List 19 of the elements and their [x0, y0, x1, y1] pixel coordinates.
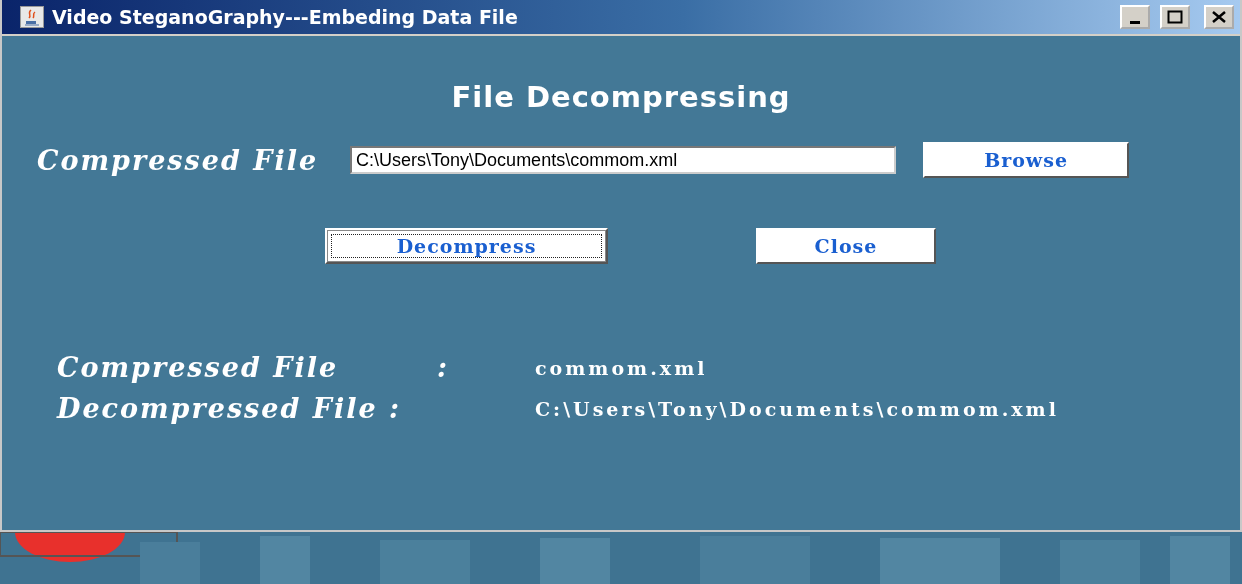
info-value: commom.xml	[535, 356, 708, 379]
window-title: Video SteganoGraphy---Embeding Data File	[52, 6, 519, 28]
file-path-field[interactable]: C:\Users\Tony\Documents\commom.xml	[350, 146, 897, 174]
info-label: Decompressed File :	[57, 393, 402, 424]
browse-button[interactable]: Browse	[923, 142, 1130, 178]
decompress-button[interactable]: Decompress	[325, 228, 608, 264]
close-icon	[1212, 11, 1226, 23]
close-button[interactable]: Close	[756, 228, 936, 264]
maximize-icon	[1167, 10, 1183, 24]
colon-separator: :	[437, 352, 450, 383]
minimize-icon	[1130, 20, 1140, 24]
info-value: C:\Users\Tony\Documents\commom.xml	[535, 397, 1059, 420]
minimize-button[interactable]	[1120, 5, 1150, 29]
maximize-button[interactable]	[1160, 5, 1190, 29]
java-cup-icon	[20, 6, 44, 28]
heading: File Decompressing	[450, 80, 792, 114]
field-label: Compressed File	[37, 144, 319, 176]
info-label: Compressed File	[57, 352, 340, 383]
close-button[interactable]	[1204, 5, 1234, 29]
